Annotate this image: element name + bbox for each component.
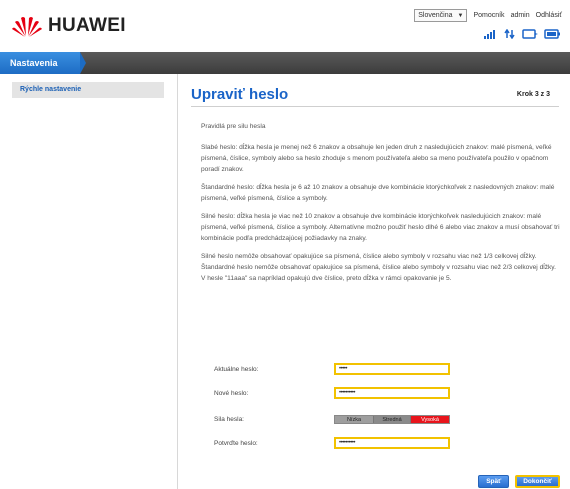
current-password-row: Aktuálne heslo: •••••: [214, 362, 450, 376]
brand-name: HUAWEI: [48, 15, 126, 36]
password-strength-label: Sila hesla:: [214, 415, 244, 423]
battery-icon: [544, 29, 560, 39]
sidebar-item-quick-setup[interactable]: Rýchle nastavenie: [12, 82, 164, 98]
rule-weak: Slabé heslo: dĺžka hesla je menej než 6 …: [201, 144, 552, 173]
step-indicator: Krok 3 z 3: [516, 91, 550, 98]
confirm-password-row: Potvrďte heslo: ••••••••••: [214, 436, 450, 450]
signal-icon: [484, 30, 495, 39]
new-password-input[interactable]: ••••••••••: [334, 387, 450, 399]
page-title: Upraviť heslo: [191, 86, 289, 103]
current-password-label: Aktuálne heslo:: [214, 365, 259, 373]
confirm-password-input[interactable]: ••••••••••: [334, 437, 450, 449]
title-divider: [191, 106, 559, 107]
help-link[interactable]: Pomocník: [473, 12, 504, 19]
huawei-logo: HUAWEI: [12, 14, 126, 38]
finish-button[interactable]: Dokončiť: [515, 475, 560, 488]
new-password-row: Nové heslo: ••••••••••: [214, 386, 450, 400]
password-strength-row: Sila hesla: Nízka Stredná Vysoká: [214, 412, 450, 426]
rule-repetition: Silné heslo nemôže obsahovať opakujúce s…: [201, 253, 556, 282]
password-strength-meter: Nízka Stredná Vysoká: [334, 414, 450, 424]
strength-medium: Stredná: [373, 415, 411, 423]
status-icons: [478, 29, 560, 39]
strength-high: Vysoká: [411, 415, 449, 423]
language-select[interactable]: Slovenčina ▼: [414, 9, 468, 22]
main-navbar: Nastavenia: [0, 52, 570, 74]
back-button[interactable]: Späť: [478, 475, 510, 488]
user-link[interactable]: admin: [511, 12, 530, 19]
top-links: Slovenčina ▼ Pomocník admin Odhlásiť: [414, 9, 562, 22]
chevron-down-icon: ▼: [457, 12, 464, 19]
logout-link[interactable]: Odhlásiť: [536, 12, 562, 19]
password-rules: Pravidlá pre silu hesla Slabé heslo: dĺž…: [201, 121, 561, 291]
current-password-input[interactable]: •••••: [334, 363, 450, 375]
sidebar: Rýchle nastavenie: [0, 74, 178, 489]
message-icon[interactable]: [522, 29, 538, 39]
language-select-value: Slovenčina: [418, 12, 453, 19]
strength-low: Nízka: [335, 415, 373, 423]
tab-arrow: [80, 52, 86, 74]
new-password-label: Nové heslo:: [214, 389, 249, 397]
huawei-logo-icon: [12, 17, 42, 37]
header: HUAWEI Slovenčina ▼ Pomocník admin Odhlá…: [0, 0, 570, 50]
action-buttons: Späť Dokončiť: [472, 475, 560, 488]
tab-settings[interactable]: Nastavenia: [0, 52, 80, 74]
data-transfer-icon: [504, 29, 515, 39]
rules-heading: Pravidlá pre silu hesla: [201, 123, 266, 130]
confirm-password-label: Potvrďte heslo:: [214, 439, 258, 447]
rule-standard: Štandardné heslo: dĺžka hesla je 6 až 10…: [201, 184, 555, 202]
rule-strong: Silné heslo: dĺžka hesla je viac než 10 …: [201, 213, 560, 242]
